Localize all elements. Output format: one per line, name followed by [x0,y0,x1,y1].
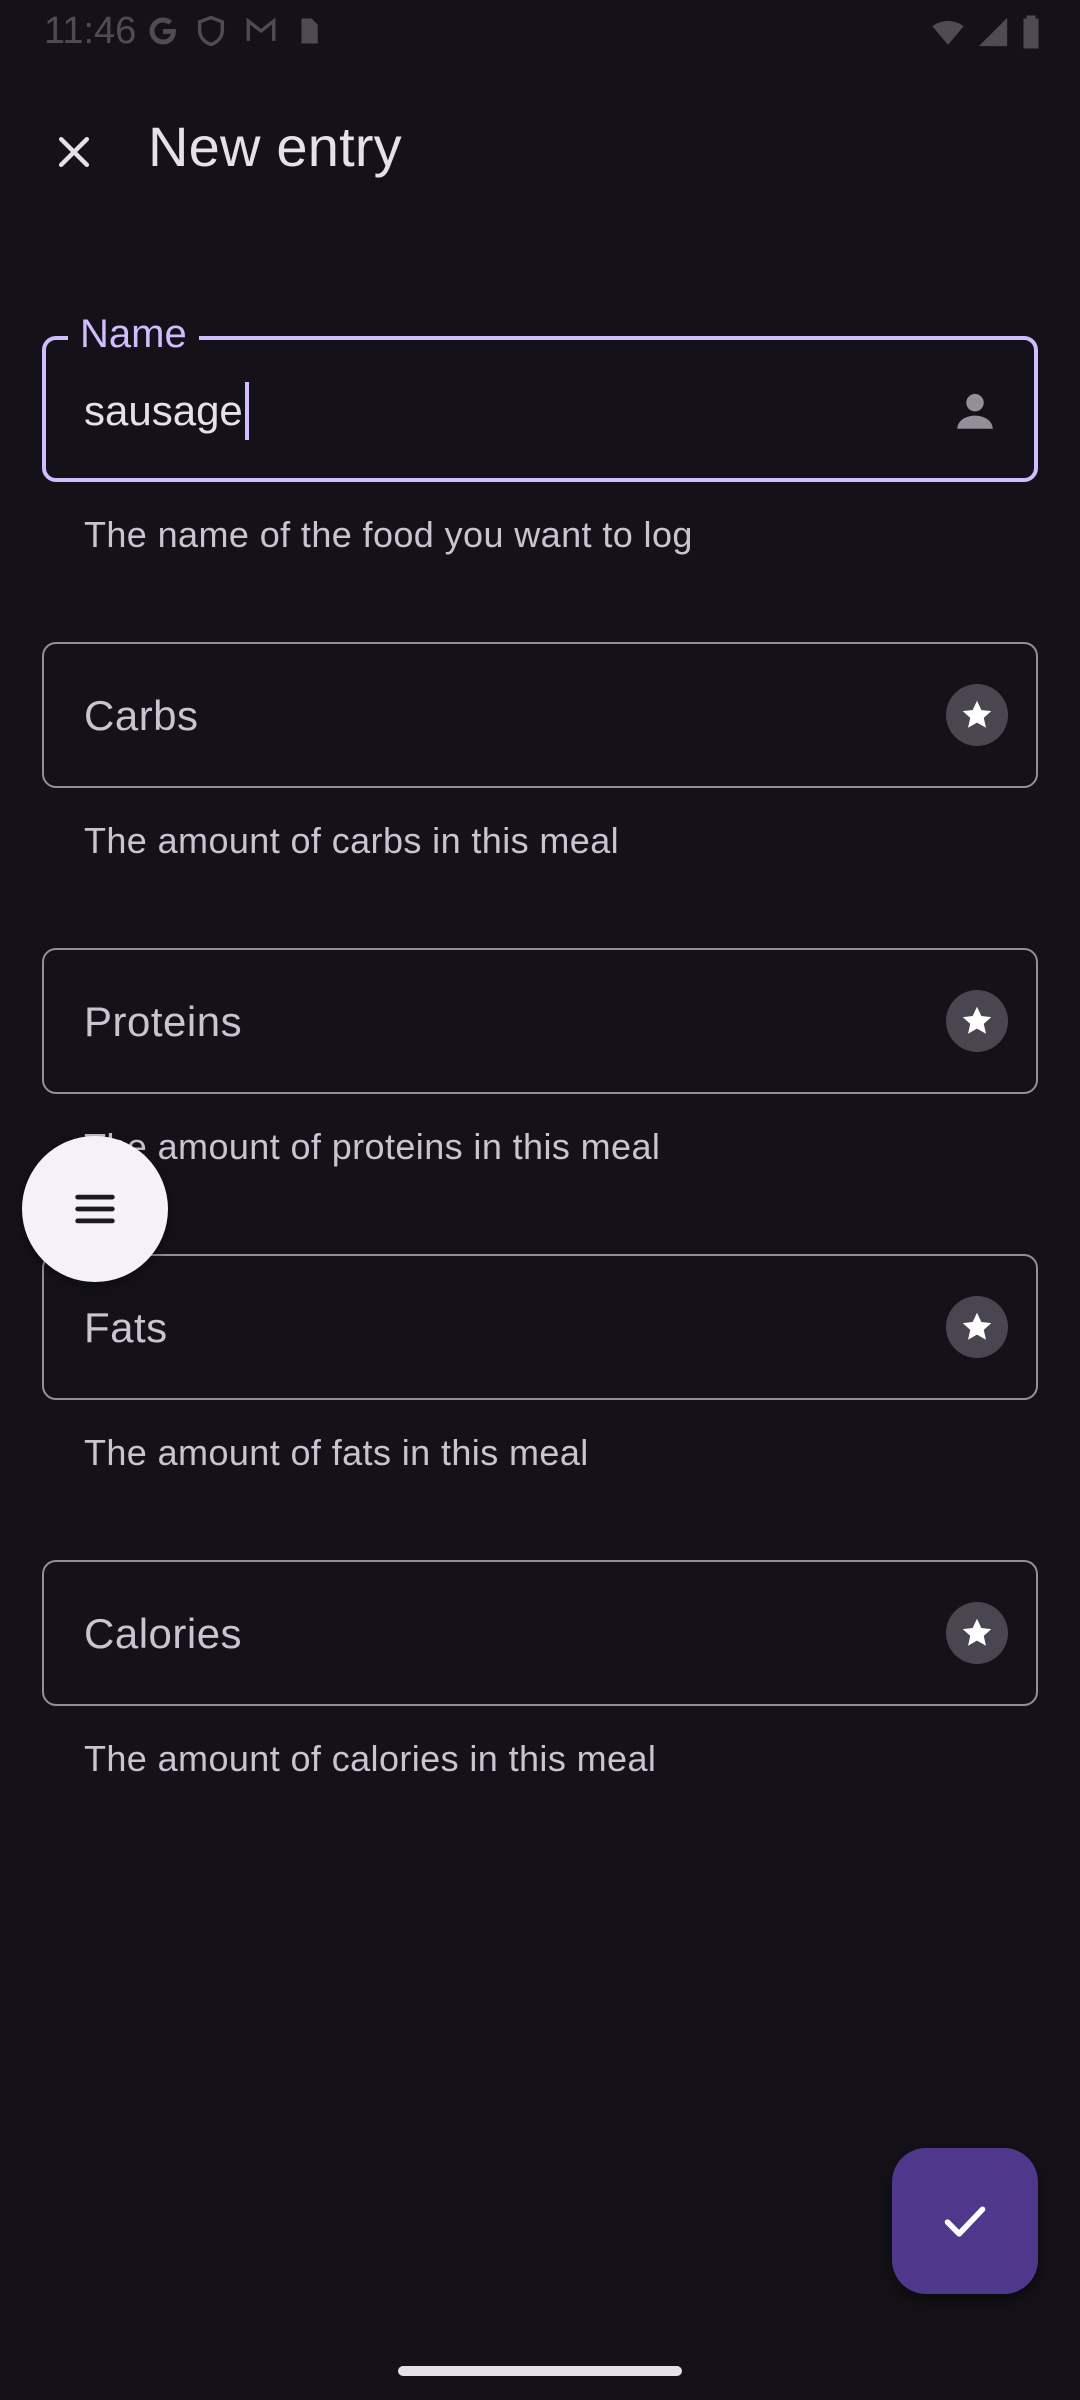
name-field-value-wrap: sausage [84,382,249,440]
mail-icon [246,17,276,41]
calories-helper-text: The amount of calories in this meal [84,1738,657,1779]
status-bar: 11:46 [0,0,1080,64]
wifi-icon [932,21,964,45]
calories-star-badge [946,1602,1008,1664]
close-button[interactable] [40,118,108,186]
fats-field-placeholder: Fats [84,1304,168,1351]
page-title: New entry [148,115,402,178]
star-icon [962,1312,992,1340]
star-icon [962,1006,992,1034]
name-field[interactable]: Name sausage [42,304,1038,482]
proteins-helper-text: The amount of proteins in this meal [84,1126,661,1167]
calories-field[interactable]: Calories [42,1560,1038,1706]
proteins-field[interactable]: Proteins [42,948,1038,1094]
floating-menu-button[interactable] [22,1136,168,1282]
menu-icon [75,1194,115,1224]
calories-field-trailing[interactable] [946,1602,1008,1664]
fats-field[interactable]: Fats [42,1254,1038,1400]
calories-field-placeholder: Calories [84,1610,243,1657]
person-icon [957,393,993,429]
proteins-field-placeholder: Proteins [84,998,243,1045]
star-icon [962,700,992,728]
signal-icon [978,17,1008,47]
fats-helper-text: The amount of fats in this meal [84,1432,589,1473]
gesture-nav-bar[interactable] [398,2366,682,2376]
star-icon [962,1618,992,1646]
name-helper-text: The name of the food you want to log [84,514,693,555]
proteins-field-trailing[interactable] [946,990,1008,1052]
text-cursor [244,382,249,440]
proteins-star-badge [946,990,1008,1052]
app-bar: New entry [0,90,1080,210]
close-icon [58,136,90,168]
status-system-icons [930,14,1042,50]
status-time: 11:46 [44,10,137,52]
sim-card-icon [301,18,318,44]
carbs-star-badge [946,684,1008,746]
name-field-trailing [944,380,1006,442]
fats-field-trailing[interactable] [946,1296,1008,1358]
google-icon [149,17,176,45]
status-notification-icons [146,14,324,48]
carbs-helper-text: The amount of carbs in this meal [84,820,620,861]
name-field-label: Name [68,304,199,364]
carbs-field-trailing[interactable] [946,684,1008,746]
fats-star-badge [946,1296,1008,1358]
carbs-field[interactable]: Carbs [42,642,1038,788]
carbs-field-placeholder: Carbs [84,692,199,739]
name-field-value: sausage [84,387,243,434]
shield-icon [197,15,225,47]
battery-icon [1023,15,1039,49]
check-icon [944,2206,986,2237]
save-fab[interactable] [892,2148,1038,2294]
